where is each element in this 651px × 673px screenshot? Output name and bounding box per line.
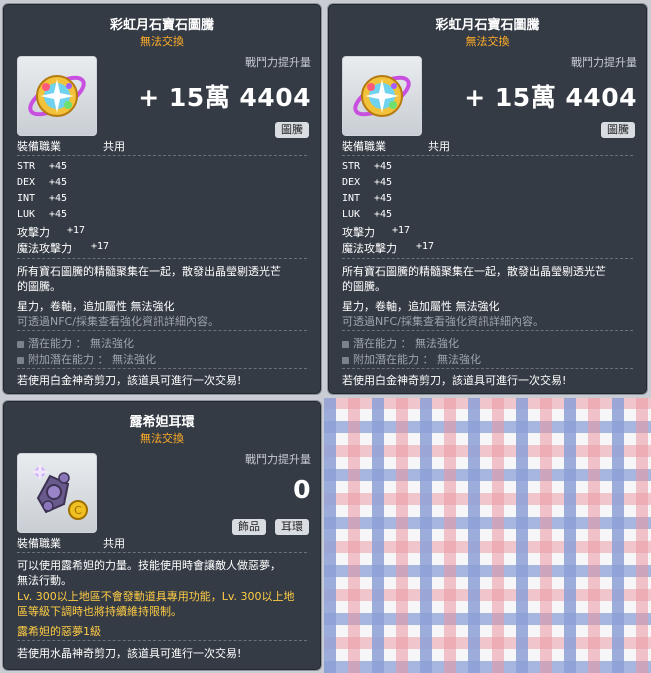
category-tag: 飾品 (232, 519, 266, 535)
job-row: 裝備職業 共用 (342, 138, 450, 154)
power-label: 戰鬥力提升量 (571, 56, 637, 69)
power-label: 戰鬥力提升量 (245, 56, 311, 69)
bonus-potential-row: 附加潛在能力 ： 無法強化 (17, 351, 156, 367)
divider (342, 330, 633, 332)
power-label: 戰鬥力提升量 (245, 453, 311, 466)
job-label: 裝備職業 (17, 140, 61, 153)
trade-status: 無法交換 (465, 35, 510, 48)
job-row: 裝備職業 共用 (17, 535, 125, 551)
plaid-background (324, 398, 651, 673)
scissors-note: 若使用白金神奇剪刀，該道具可進行一次交易! (17, 374, 242, 387)
rainbow-totem-icon (353, 75, 411, 117)
job-label: 裝備職業 (342, 140, 386, 153)
stat-row: STR +45 (17, 161, 68, 172)
item-icon-frame (17, 56, 97, 136)
lucid-earring-icon: C (30, 462, 88, 520)
description-line: 可以使用露希妲的力量。技能使用時會讓敵人做惡夢， (17, 559, 281, 572)
job-row: 裝備職業 共用 (17, 138, 125, 154)
power-value: + 15萬 4404 (138, 83, 311, 112)
stat-row: DEX +45 (17, 177, 68, 188)
rainbow-totem-icon (28, 75, 86, 117)
stat-row: INT +45 (342, 193, 393, 204)
category-tag: 圖騰 (275, 122, 309, 138)
bonus-potential-row: 附加潛在能力 ： 無法強化 (342, 351, 481, 367)
item-tooltip-totem-2: 彩虹月石寶石圖騰 無法交換 戰鬥力提升量 + 15萬 4404 圖騰 裝備職業 … (327, 3, 648, 395)
item-tooltip-earring: 露希妲耳環 無法交換 C 戰鬥力提升量 0 飾品 耳環 裝備職業 共用 可以使用… (2, 400, 322, 671)
item-icon-frame (342, 56, 422, 136)
divider (342, 258, 633, 260)
item-tooltip-totem-1: 彩虹月石寶石圖騰 無法交換 戰鬥力提升量 + 15萬 4404 圖騰 裝備職業 … (2, 3, 322, 395)
scissors-note: 若使用水晶神奇剪刀，該道具可進行一次交易! (17, 647, 242, 660)
divider (342, 368, 633, 370)
enhance-info: 星力，卷軸，追加屬性 無法強化 (342, 300, 500, 313)
job-label: 裝備職業 (17, 537, 61, 550)
job-value: 共用 (103, 537, 125, 550)
divider (342, 155, 633, 157)
stat-row: 攻擊力 +17 (342, 225, 411, 239)
description-line: 無法行動。 (17, 574, 72, 587)
description-line: 所有寶石圖騰的精髓聚集在一起，散發出晶瑩剔透光芒 (17, 265, 281, 278)
stat-row: DEX +45 (342, 177, 393, 188)
potential-icon (17, 356, 24, 364)
divider (17, 155, 307, 157)
stat-row: 魔法攻擊力 +17 (17, 241, 110, 255)
category-tag: 耳環 (275, 519, 309, 535)
divider (17, 552, 307, 554)
item-title: 露希妲耳環 (129, 415, 195, 430)
job-value: 共用 (428, 140, 450, 153)
item-title: 彩虹月石寶石圖騰 (435, 18, 540, 33)
potential-row: 潛在能力 ： 無法強化 (342, 335, 459, 351)
potential-icon (17, 340, 24, 348)
divider (17, 640, 307, 642)
scissors-note: 若使用白金神奇剪刀，該道具可進行一次交易! (342, 374, 567, 387)
potential-icon (342, 356, 349, 364)
description-line: 所有寶石圖騰的精髓聚集在一起，散發出晶瑩剔透光芒 (342, 265, 606, 278)
job-value: 共用 (103, 140, 125, 153)
divider (17, 330, 307, 332)
description-line: 的圖騰。 (342, 280, 386, 293)
power-value: 0 (293, 475, 311, 504)
set-effect: 露希妲的惡夢1級 (17, 625, 101, 638)
stat-row: LUK +45 (342, 209, 393, 220)
stat-row: 攻擊力 +17 (17, 225, 86, 239)
level-restriction: 區等級下調時也將持續維持限制。 (17, 605, 182, 618)
svg-text:C: C (74, 504, 82, 517)
stat-row: STR +45 (342, 161, 393, 172)
item-title: 彩虹月石寶石圖騰 (109, 18, 214, 33)
level-restriction: Lv. 300以上地區不會發動道具專用功能，Lv. 300以上地 (17, 590, 295, 603)
category-tag: 圖騰 (601, 122, 635, 138)
nfc-info: 可透過NFC/採集查看強化資訊詳細內容。 (17, 315, 219, 328)
description-line: 的圖騰。 (17, 280, 61, 293)
item-icon-frame: C (17, 453, 97, 533)
nfc-info: 可透過NFC/採集查看強化資訊詳細內容。 (342, 315, 544, 328)
potential-icon (342, 340, 349, 348)
stat-row: INT +45 (17, 193, 68, 204)
potential-row: 潛在能力 ： 無法強化 (17, 335, 134, 351)
stat-row: LUK +45 (17, 209, 68, 220)
enhance-info: 星力，卷軸，追加屬性 無法強化 (17, 300, 175, 313)
divider (17, 258, 307, 260)
trade-status: 無法交換 (140, 432, 184, 445)
power-value: + 15萬 4404 (464, 83, 637, 112)
trade-status: 無法交換 (140, 35, 184, 48)
stat-row: 魔法攻擊力 +17 (342, 241, 435, 255)
divider (17, 368, 307, 370)
